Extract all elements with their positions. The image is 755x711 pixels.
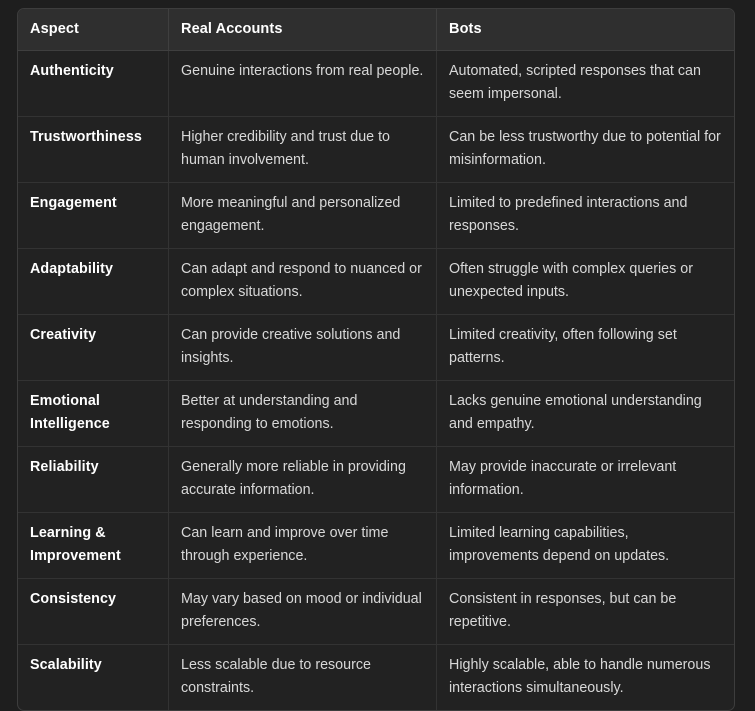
cell-real-accounts: Higher credibility and trust due to huma…	[169, 117, 437, 183]
table-row: Engagement More meaningful and personaliz…	[18, 183, 734, 249]
cell-aspect: Creativity	[18, 315, 169, 381]
table-row: Emotional Intelligence Better at understa…	[18, 381, 734, 447]
cell-real-accounts: Can provide creative solutions and insig…	[169, 315, 437, 381]
column-header-real-accounts[interactable]: Real Accounts	[169, 9, 437, 51]
table-row: Authenticity Genuine interactions from re…	[18, 51, 734, 117]
cell-real-accounts: Genuine interactions from real people.	[169, 51, 437, 117]
cell-bots: Limited creativity, often following set …	[437, 315, 734, 381]
cell-real-accounts: Can adapt and respond to nuanced or comp…	[169, 249, 437, 315]
cell-bots: Highly scalable, able to handle numerous…	[449, 657, 711, 696]
cell-bots: Lacks genuine emotional understanding an…	[437, 381, 734, 447]
cell-aspect: Emotional Intelligence	[18, 381, 169, 447]
table-row: Learning & Improvement Can learn and impr…	[18, 513, 734, 579]
cell-aspect: Consistency	[18, 579, 169, 645]
table-row: Consistency May vary based on mood or ind…	[18, 579, 734, 645]
cell-bots: Limited to predefined interactions and r…	[437, 183, 734, 249]
cell-aspect: Scalability	[18, 645, 169, 710]
cell-real-accounts: Better at understanding and responding t…	[169, 381, 437, 447]
cell-bots: Can be less trustworthy due to potential…	[437, 117, 734, 183]
cell-aspect: Adaptability	[18, 249, 169, 315]
cell-real-accounts: Can learn and improve over time through …	[169, 513, 437, 579]
cell-aspect: Authenticity	[18, 51, 169, 117]
table-body: Authenticity Genuine interactions from re…	[18, 51, 734, 710]
cell-aspect: Trustworthiness	[18, 117, 169, 183]
cell-bots: Consistent in responses, but can be repe…	[437, 579, 734, 645]
cell-real-accounts: More meaningful and personalized engagem…	[169, 183, 437, 249]
cell-real-accounts: Generally more reliable in providing acc…	[169, 447, 437, 513]
table-row: Scalability Less scalable due to resource…	[18, 645, 734, 710]
cell-real-accounts: May vary based on mood or individual pre…	[169, 579, 437, 645]
table-row: Adaptability Can adapt and respond to nua…	[18, 249, 734, 315]
comparison-table-container: Aspect Real Accounts Bots Authenticity Ge…	[17, 8, 735, 711]
table-row: Trustworthiness Higher credibility and tr…	[18, 117, 734, 183]
cell-bots: May provide inaccurate or irrelevant inf…	[437, 447, 734, 513]
table-row: Reliability Generally more reliable in pr…	[18, 447, 734, 513]
cell-aspect: Engagement	[18, 183, 169, 249]
column-header-bots[interactable]: Bots	[437, 9, 734, 51]
cell-bots: Limited learning capabilities, improveme…	[437, 513, 734, 579]
cell-aspect: Reliability	[18, 447, 169, 513]
table-row: Creativity Can provide creative solutions…	[18, 315, 734, 381]
column-header-aspect[interactable]: Aspect	[18, 9, 169, 51]
cell-aspect: Learning & Improvement	[18, 513, 169, 579]
cell-bots: Automated, scripted responses that can s…	[437, 51, 734, 117]
table-header-row: Aspect Real Accounts Bots	[18, 9, 734, 51]
cell-bots: Often struggle with complex queries or u…	[437, 249, 734, 315]
table-header: Aspect Real Accounts Bots	[18, 9, 734, 51]
comparison-table: Aspect Real Accounts Bots Authenticity Ge…	[17, 8, 735, 711]
cell-real-accounts: Less scalable due to resource constraint…	[169, 645, 437, 710]
